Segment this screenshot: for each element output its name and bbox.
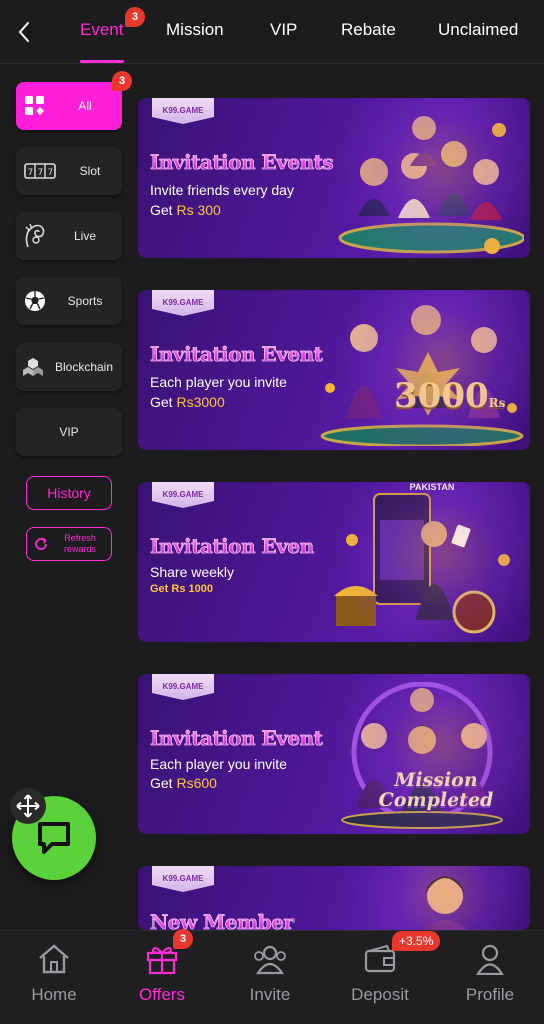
blockchain-icon <box>16 343 50 391</box>
brand-tag: K99.GAME <box>152 866 214 892</box>
refresh-rewards-label: Refresh rewards <box>63 533 96 554</box>
jackpot-illustration <box>320 305 524 446</box>
sidebar-item-vip[interactable]: VIP <box>16 408 122 456</box>
sidebar-all-badge: 3 <box>112 71 132 91</box>
home-icon <box>34 941 74 977</box>
card-title: Invitation Event <box>150 726 323 751</box>
jackpot-amount: 3000Rs <box>394 376 506 416</box>
move-icon <box>16 794 40 818</box>
live-icon <box>16 212 54 260</box>
invite-icon <box>250 941 290 977</box>
event-card-share-weekly[interactable]: K99.GAME Invitation Even Share weekly Ge… <box>138 482 530 642</box>
nav-label: Profile <box>465 985 515 1004</box>
tab-mission[interactable]: Mission <box>166 20 224 40</box>
nav-label: Deposit <box>351 985 409 1004</box>
card-subtitle: Each player you invite <box>150 374 287 390</box>
card-reward: Get Rs3000 <box>150 394 225 410</box>
sidebar-item-slot[interactable]: 777 Slot <box>16 147 122 195</box>
sidebar-item-label: Blockchain <box>54 360 114 374</box>
sidebar-item-all[interactable]: All <box>16 82 122 130</box>
sidebar-item-sports[interactable]: Sports <box>16 277 122 325</box>
nav-home[interactable]: Home <box>0 931 108 1024</box>
bottom-navigation: Home Offers Invite Deposit Profile <box>0 930 544 1024</box>
profile-icon <box>470 941 510 977</box>
tab-rebate[interactable]: Rebate <box>341 20 396 40</box>
grid-icon <box>16 82 54 130</box>
nav-offers[interactable]: Offers <box>108 931 216 1024</box>
mission-completed-illustration <box>341 682 503 829</box>
card-subtitle: Invite friends every day <box>150 182 294 198</box>
nav-label: Home <box>31 985 77 1004</box>
nav-label: Invite <box>249 985 291 1004</box>
sidebar-item-label: All <box>78 99 92 113</box>
brand-tag: K99.GAME <box>152 98 214 124</box>
card-subtitle: Each player you invite <box>150 756 287 772</box>
card-title: New Member <box>150 910 295 930</box>
sidebar-item-label: Live <box>73 229 96 243</box>
sidebar-item-label: Sports <box>67 294 103 308</box>
slot-sign: PAKISTAN <box>409 482 455 492</box>
slot-machine-illustration <box>334 493 510 634</box>
soccer-ball-icon <box>16 277 54 325</box>
drag-handle[interactable] <box>10 788 46 824</box>
back-button[interactable] <box>8 14 40 50</box>
brand-tag: K99.GAME <box>152 290 214 316</box>
svg-text:7: 7 <box>48 168 54 178</box>
card-reward: Get Rs 1000 <box>150 583 213 595</box>
new-member-illustration <box>422 876 468 930</box>
mission-completed-text: Mission Completed <box>378 769 494 811</box>
card-subtitle: Share weekly <box>150 564 235 580</box>
card-reward: Get Rs600 <box>150 775 217 791</box>
card-reward: Get Rs 300 <box>150 202 221 218</box>
event-card-invite-600[interactable]: K99.GAME Invitation Event Each player yo… <box>138 674 530 834</box>
event-card-invite-daily[interactable]: K99.GAME Invitation Events Invite friend… <box>138 98 530 258</box>
tab-vip[interactable]: VIP <box>270 20 297 40</box>
nav-label: Offers <box>139 985 185 1004</box>
brand-tag: K99.GAME <box>152 482 214 508</box>
tab-event-badge: 3 <box>125 7 145 27</box>
history-button[interactable]: History <box>26 476 112 510</box>
casino-party-illustration <box>338 116 524 254</box>
nav-profile[interactable]: Profile <box>436 931 544 1024</box>
tab-unclaimed[interactable]: Unclaimed <box>438 20 518 40</box>
chat-bubble-icon <box>38 822 70 854</box>
event-card-new-member[interactable]: K99.GAME New Member <box>138 866 530 930</box>
sidebar-item-label: VIP <box>59 425 79 439</box>
active-tab-indicator <box>80 60 124 63</box>
slot-icon: 777 <box>16 147 64 195</box>
refresh-rewards-button[interactable]: Refresh rewards <box>26 527 112 561</box>
svg-text:7: 7 <box>38 168 44 178</box>
nav-offers-badge: 3 <box>173 929 193 949</box>
refresh-icon <box>35 537 47 550</box>
brand-tag: K99.GAME <box>152 674 214 700</box>
card-title: Invitation Events <box>150 150 334 175</box>
sidebar-item-live[interactable]: Live <box>16 212 122 260</box>
top-tab-bar: Event 3 Mission VIP Rebate Unclaimed <box>0 0 544 64</box>
sidebar-item-label: Slot <box>79 164 101 178</box>
chevron-left-icon <box>18 22 29 42</box>
card-title: Invitation Even <box>150 534 315 559</box>
card-title: Invitation Event <box>150 342 323 367</box>
tab-event[interactable]: Event <box>80 20 123 40</box>
sidebar-item-blockchain[interactable]: Blockchain <box>16 343 122 391</box>
svg-text:7: 7 <box>28 168 34 178</box>
nav-deposit-badge: +3.5% <box>392 931 441 951</box>
event-card-invite-3000[interactable]: K99.GAME Invitation Event Each player yo… <box>138 290 530 450</box>
nav-invite[interactable]: Invite <box>216 931 324 1024</box>
